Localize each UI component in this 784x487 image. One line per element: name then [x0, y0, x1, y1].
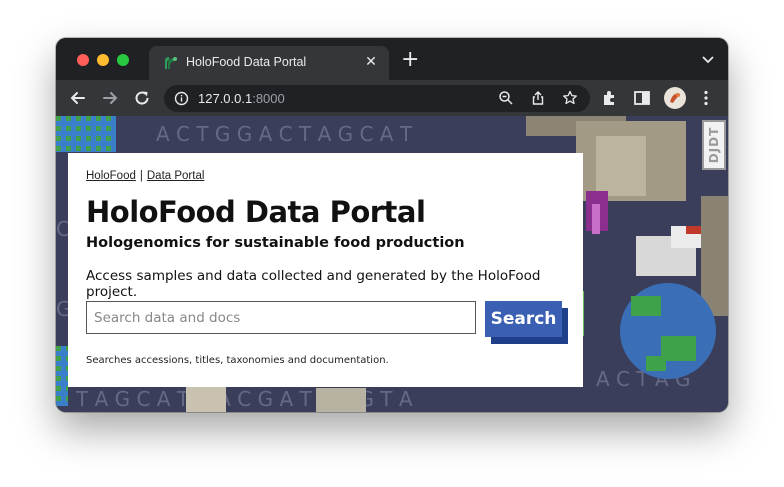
browser-toolbar: 127.0.0.1:8000 — [56, 80, 728, 116]
breadcrumb: HoloFood | Data Portal — [86, 170, 204, 182]
search-input[interactable] — [86, 301, 476, 334]
page-description: Access samples and data collected and ge… — [86, 268, 541, 300]
bookmark-star-icon[interactable] — [562, 90, 578, 106]
svg-text:A C T G G A C T A G C A T: A C T G G A C T A G C A T — [156, 122, 413, 146]
tab-strip: HoloFood Data Portal ✕ + — [56, 38, 728, 80]
tab-holofood[interactable]: HoloFood Data Portal ✕ — [149, 46, 389, 80]
tab-title: HoloFood Data Portal — [186, 55, 307, 69]
close-window-button[interactable] — [77, 54, 89, 66]
chevron-down-icon[interactable] — [702, 55, 714, 65]
breadcrumb-link-data-portal[interactable]: Data Portal — [147, 170, 205, 182]
debug-toolbar-label: DJDT — [707, 126, 721, 164]
hero-card: HoloFood | Data Portal HoloFood Data Porta… — [68, 153, 583, 387]
browser-window: HoloFood Data Portal ✕ + 127.0.0.1:8000 — [56, 38, 728, 412]
holofood-sprout-icon — [165, 57, 177, 69]
menu-icon[interactable] — [696, 88, 716, 108]
search-button[interactable]: Search — [485, 301, 562, 337]
close-icon[interactable]: ✕ — [363, 54, 379, 70]
url-port: :8000 — [252, 91, 285, 106]
breadcrumb-link-holofood[interactable]: HoloFood — [86, 170, 136, 182]
back-icon[interactable] — [68, 88, 88, 108]
zoom-icon[interactable] — [498, 90, 514, 106]
debug-toolbar-toggle[interactable]: DJDT — [702, 120, 726, 170]
side-panel-icon[interactable] — [632, 88, 652, 108]
info-icon[interactable] — [174, 91, 189, 106]
profile-avatar[interactable] — [663, 86, 687, 110]
forward-icon[interactable] — [100, 88, 120, 108]
maximize-window-button[interactable] — [117, 54, 129, 66]
minimize-window-button[interactable] — [97, 54, 109, 66]
search-hint: Searches accessions, titles, taxonomies … — [86, 355, 389, 366]
reload-icon[interactable] — [132, 88, 152, 108]
page-title: HoloFood Data Portal — [86, 195, 426, 229]
page-viewport: A C T G G A C T A G C A T T G A C T A G … — [56, 116, 728, 412]
extensions-icon[interactable] — [600, 88, 620, 108]
url-host: 127.0.0.1 — [198, 91, 253, 106]
plus-icon[interactable]: + — [401, 49, 419, 71]
page-subtitle: Hologenomics for sustainable food produc… — [86, 235, 465, 251]
address-bar[interactable]: 127.0.0.1:8000 — [164, 85, 590, 112]
share-icon[interactable] — [530, 90, 546, 106]
url-text: 127.0.0.1:8000 — [198, 91, 285, 106]
breadcrumb-separator: | — [139, 170, 143, 182]
